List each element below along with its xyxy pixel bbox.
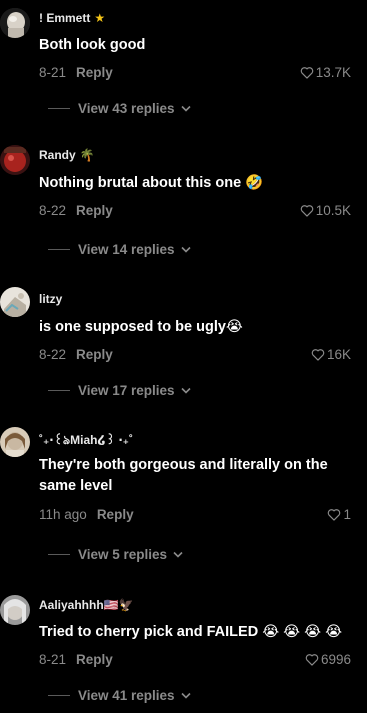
comment-meta: 8-21 Reply — [39, 65, 113, 80]
like-button[interactable]: 6996 — [305, 652, 351, 667]
reply-button[interactable]: Reply — [76, 652, 113, 667]
reply-button[interactable]: Reply — [76, 65, 113, 80]
username-text: ˚₊‧꒰ঌMiah໒꒱ ‧₊˚ — [39, 433, 133, 447]
comment-meta: 8-22 Reply — [39, 347, 113, 362]
like-count: 6996 — [320, 652, 351, 667]
comment-text: Nothing brutal about this one 🤣 — [39, 175, 264, 191]
chevron-down-icon — [181, 246, 191, 253]
username-text: ! Emmett — [39, 11, 91, 25]
comment-text: Both look good — [39, 37, 146, 53]
avatar[interactable] — [0, 427, 30, 457]
like-button[interactable]: 10.5K — [300, 203, 351, 218]
comment-date: 8-21 — [39, 652, 67, 667]
avatar[interactable] — [0, 287, 30, 317]
heart-outline-icon — [305, 654, 319, 666]
divider-line — [48, 695, 70, 696]
star-icon: ★ — [94, 11, 106, 25]
comment-username[interactable]: litzy — [39, 292, 62, 306]
heart-outline-icon — [311, 349, 325, 361]
comment-username[interactable]: Aaliyahhhh🇺🇸🦅 — [39, 598, 134, 612]
view-replies-label: View 43 replies — [78, 101, 175, 116]
view-replies-button[interactable]: View 14 replies — [48, 242, 191, 257]
heart-outline-icon — [300, 205, 313, 217]
avatar[interactable] — [0, 8, 30, 38]
view-replies-button[interactable]: View 17 replies — [48, 383, 191, 398]
view-replies-button[interactable]: View 43 replies — [48, 101, 191, 116]
comment-date: 8-21 — [39, 65, 67, 80]
comment-text: Tried to cherry pick and FAILED 😭 😭 😭 😭 — [39, 624, 343, 640]
divider-line — [48, 108, 70, 109]
like-count: 13.7K — [315, 65, 351, 80]
view-replies-button[interactable]: View 41 replies — [48, 688, 191, 703]
comment-text: is one supposed to be ugly😭 — [39, 319, 243, 335]
chevron-down-icon — [173, 551, 183, 558]
like-count: 16K — [326, 347, 351, 362]
username-text: litzy — [39, 292, 63, 306]
palm-tree-icon: 🌴 — [79, 148, 95, 162]
reply-button[interactable]: Reply — [97, 507, 134, 522]
divider-line — [48, 554, 70, 555]
comment-date: 11h ago — [39, 507, 87, 522]
comment-date: 8-22 — [39, 203, 67, 218]
like-count: 1 — [343, 507, 351, 522]
view-replies-button[interactable]: View 5 replies — [48, 547, 183, 562]
comment-username[interactable]: Randy 🌴 — [39, 148, 95, 162]
reply-button[interactable]: Reply — [76, 347, 113, 362]
view-replies-label: View 41 replies — [78, 688, 175, 703]
chevron-down-icon — [181, 387, 191, 394]
avatar[interactable] — [0, 595, 30, 625]
like-button[interactable]: 16K — [311, 347, 351, 362]
comment-meta: 11h ago Reply — [39, 507, 134, 522]
avatar[interactable] — [0, 145, 30, 175]
view-replies-label: View 17 replies — [78, 383, 175, 398]
chevron-down-icon — [181, 692, 191, 699]
like-button[interactable]: 1 — [327, 507, 351, 522]
username-text: Aaliyahhhh🇺🇸🦅 — [39, 598, 134, 612]
comment-date: 8-22 — [39, 347, 67, 362]
divider-line — [48, 390, 70, 391]
chevron-down-icon — [181, 105, 191, 112]
comment-username[interactable]: ˚₊‧꒰ঌMiah໒꒱ ‧₊˚ — [39, 431, 133, 452]
heart-outline-icon — [300, 67, 313, 79]
view-replies-label: View 14 replies — [78, 242, 175, 257]
reply-button[interactable]: Reply — [76, 203, 113, 218]
comment-meta: 8-22 Reply — [39, 203, 113, 218]
username-text: Randy — [39, 148, 76, 162]
divider-line — [48, 249, 70, 250]
like-count: 10.5K — [315, 203, 351, 218]
comment-meta: 8-21 Reply — [39, 652, 113, 667]
view-replies-label: View 5 replies — [78, 547, 168, 562]
like-button[interactable]: 13.7K — [300, 65, 351, 80]
heart-outline-icon — [328, 509, 341, 521]
comment-username[interactable]: ! Emmett ★ — [39, 11, 105, 25]
comment-text: They're both gorgeous and literally on t… — [39, 457, 328, 494]
